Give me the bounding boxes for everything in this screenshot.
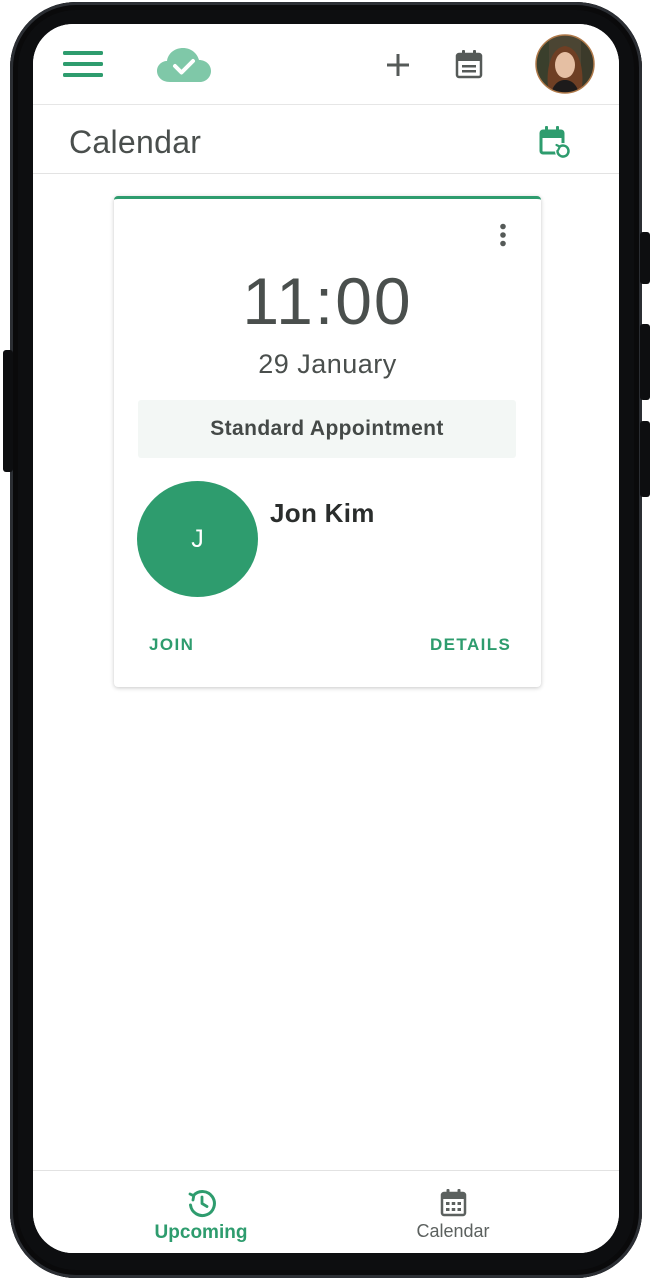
nav-item-calendar[interactable]: Calendar: [353, 1171, 553, 1253]
join-button[interactable]: JOIN: [149, 635, 194, 655]
more-vertical-icon[interactable]: [499, 223, 507, 249]
phone-side-button-right-1: [640, 232, 650, 284]
appointment-date: 29 January: [258, 349, 397, 379]
cloud-check-icon: [157, 48, 211, 82]
phone-side-button-left: [3, 350, 13, 472]
calendar-icon[interactable]: [455, 49, 483, 79]
patient-name: Jon Kim: [270, 498, 375, 528]
nav-label-upcoming: Upcoming: [154, 1222, 248, 1243]
nav-label-calendar: Calendar: [416, 1221, 490, 1241]
clock-history-icon: [188, 1190, 216, 1218]
plus-icon[interactable]: [386, 53, 410, 77]
appointment-card[interactable]: 11:00 29 January Standard Appointment J …: [114, 196, 541, 687]
app-screen: Calendar 11:00 29 January Standard Appoi…: [33, 24, 619, 1253]
nav-item-upcoming[interactable]: Upcoming: [101, 1171, 301, 1253]
menu-icon[interactable]: [63, 51, 103, 77]
patient-avatar: J: [137, 481, 258, 597]
appointment-time: 11:00: [242, 264, 413, 338]
appointment-type-badge: Standard Appointment: [138, 400, 516, 458]
phone-side-button-right-3: [640, 421, 650, 497]
top-app-bar: [33, 24, 619, 105]
calendar-sync-icon[interactable]: [538, 125, 574, 161]
bottom-navigation: Upcoming Calendar: [33, 1170, 619, 1253]
page-title: Calendar: [69, 124, 202, 160]
page-header: Calendar: [33, 105, 619, 174]
profile-avatar[interactable]: [535, 34, 595, 94]
details-button[interactable]: DETAILS: [430, 635, 511, 655]
phone-side-button-right-2: [640, 324, 650, 400]
calendar-grid-icon: [440, 1189, 467, 1217]
